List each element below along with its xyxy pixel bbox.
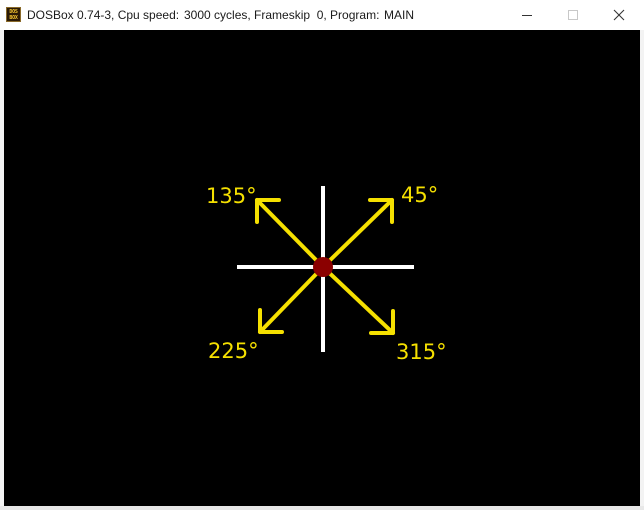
maximize-icon [568,10,578,20]
label-315: 315° [396,340,447,364]
direction-diagram: 45° 135° 225° 315° [206,183,447,364]
minimize-icon [522,15,532,16]
close-icon [613,9,625,21]
dosbox-app-icon[interactable]: DOS BOX [6,7,21,22]
arrow-225 [258,265,325,334]
label-45: 45° [401,183,438,207]
arrow-45 [321,198,394,269]
window-title: DOSBox 0.74-3, Cpu speed: [27,8,180,22]
label-225: 225° [208,339,259,363]
app-icon-text-bottom: BOX [9,14,18,21]
arrow-315 [321,265,395,335]
minimize-button[interactable] [504,0,550,30]
dosbox-window: DOS BOX DOSBox 0.74-3, Cpu speed: 3000 c… [0,0,644,510]
window-bottom-border [0,506,644,510]
program-name: MAIN [384,8,414,22]
center-dot [313,257,333,277]
arrow-135 [255,198,325,269]
label-135: 135° [206,184,257,208]
cycles-status: 3000 cycles, Frameskip 0, Program: [184,8,380,22]
window-right-border [640,30,644,506]
title-bar[interactable]: DOS BOX DOSBox 0.74-3, Cpu speed: 3000 c… [0,0,644,30]
dos-screen[interactable]: 45° 135° 225° 315° [4,30,640,506]
maximize-button[interactable] [550,0,596,30]
close-button[interactable] [596,0,642,30]
